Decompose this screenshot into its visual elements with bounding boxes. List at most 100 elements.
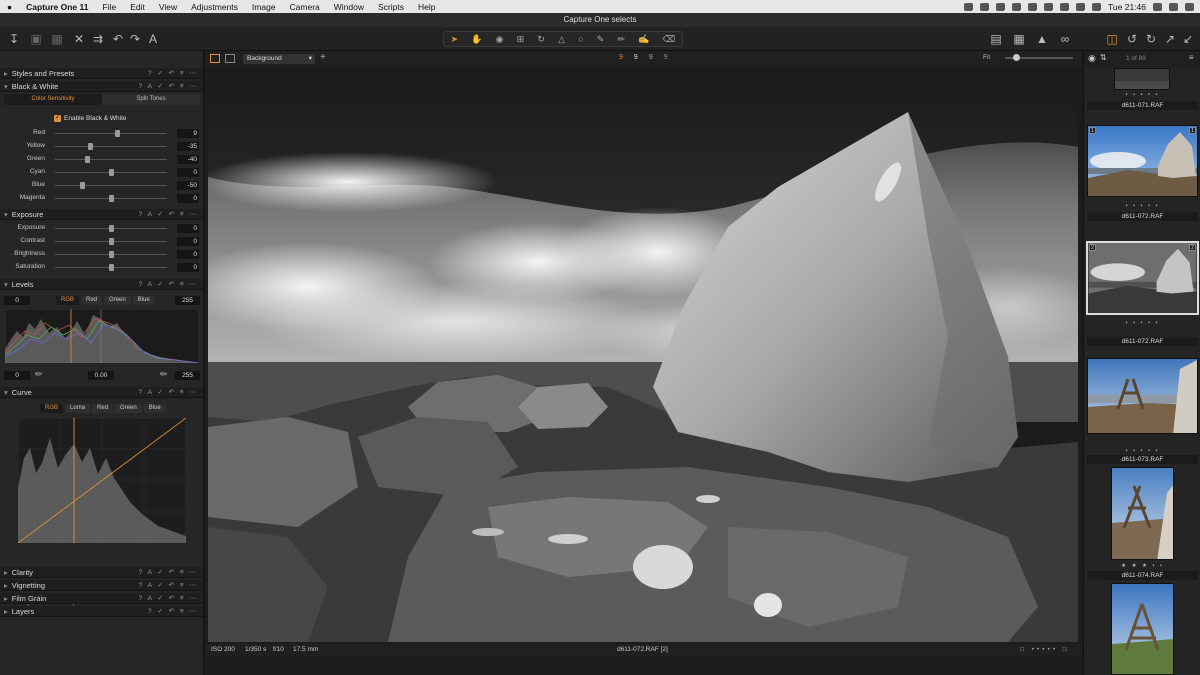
crop-tool-icon[interactable]: ⊞ <box>517 34 525 45</box>
panel-controls-icon[interactable]: ? A ✓ ↶ ≡ ⋯ <box>139 81 198 92</box>
slider-value[interactable]: -40 <box>177 155 199 164</box>
slider-row-yellow[interactable]: Yellow -35 <box>0 140 203 152</box>
picker-tool-icon[interactable]: ✏ <box>617 34 625 45</box>
tab-split-tones[interactable]: Split Tones <box>102 94 200 105</box>
slider-track[interactable] <box>55 146 167 147</box>
redo-icon[interactable]: ↷ <box>127 31 143 47</box>
menu-camera[interactable]: Camera <box>283 2 327 12</box>
brush-tool-icon[interactable]: ✎ <box>597 34 605 45</box>
search-icon[interactable] <box>1153 2 1162 11</box>
slider-knob[interactable] <box>109 264 114 271</box>
panel-controls-icon[interactable]: ? ✓ ↶ ≡ ⋯ <box>148 606 198 617</box>
slider-row-blue[interactable]: Blue -50 <box>0 179 203 191</box>
dropbox-icon[interactable] <box>980 2 990 11</box>
warning-icon[interactable]: ▲ <box>1034 31 1050 47</box>
levels-channel-rgb[interactable]: RGB <box>56 296 80 305</box>
status-icon[interactable] <box>964 2 974 11</box>
fit-label[interactable]: Fit <box>983 54 990 61</box>
apply-up-icon[interactable]: ↗ <box>1162 31 1178 47</box>
menu-view[interactable]: View <box>152 2 184 12</box>
tab-color-sensitivity[interactable]: Color Sensitivity <box>4 94 102 105</box>
rating-stars[interactable]: • • • • • <box>1084 447 1200 455</box>
curve-channel-luma[interactable]: Luma <box>65 404 91 413</box>
annotate-tool-icon[interactable]: ✍ <box>638 34 649 45</box>
film-grain-header[interactable]: ▸ Film Grain? A ✓ ↶ ≡ ⋯ <box>0 593 203 604</box>
curve-channel-green[interactable]: Green <box>115 404 142 413</box>
slider-track[interactable] <box>55 133 167 134</box>
single-view-icon[interactable] <box>225 54 235 63</box>
slider-value[interactable]: 0 <box>177 168 199 177</box>
styles-presets-header[interactable]: ▸ Styles and Presets? ✓ ↶ ≡ ⋯ <box>0 68 203 79</box>
levels-input-high[interactable]: 255 <box>175 296 200 305</box>
curve-channel-rgb[interactable]: RGB <box>40 404 64 413</box>
rating-stars[interactable]: ★ ★ ★ • • <box>1084 562 1200 570</box>
camera-icon[interactable]: ▣ <box>28 31 44 47</box>
add-layer-icon[interactable]: + <box>320 52 326 63</box>
levels-picker-high-icon[interactable]: ✏ <box>160 369 168 380</box>
browser-menu-icon[interactable]: ≡ <box>1189 53 1194 62</box>
apple-icon[interactable]: ● <box>0 2 19 12</box>
curve-channel-blue[interactable]: Blue <box>143 404 166 413</box>
menu-window[interactable]: Window <box>327 2 371 12</box>
levels-channel-blue[interactable]: Blue <box>132 296 155 305</box>
spot-tool-icon[interactable]: ○ <box>578 34 583 44</box>
bluetooth-icon[interactable] <box>1044 2 1054 11</box>
sync-icon[interactable]: ⇉ <box>90 31 106 47</box>
reset-icon[interactable]: ↺ <box>1124 31 1140 47</box>
wifi-icon[interactable] <box>1060 2 1070 11</box>
menu-help[interactable]: Help <box>411 2 442 12</box>
panel-controls-icon[interactable]: ? A ✓ ↶ ≡ ⋯ <box>139 279 198 290</box>
main-image[interactable] <box>208 87 1078 642</box>
proof-glasses-icon[interactable]: ∞ <box>1057 31 1073 47</box>
slider-row-red[interactable]: Red 9 <box>0 127 203 139</box>
levels-input-low[interactable]: 0 <box>4 296 30 305</box>
notification-icon[interactable] <box>1185 2 1194 11</box>
slider-knob[interactable] <box>85 156 91 163</box>
grid-icon[interactable]: ▦ <box>1011 31 1027 47</box>
clock[interactable]: Tue 21:46 <box>1108 2 1146 12</box>
menu-adjustments[interactable]: Adjustments <box>184 2 245 12</box>
thumbnail[interactable]: 2 2 <box>1086 241 1199 315</box>
text-icon[interactable]: A <box>145 31 161 47</box>
slider-knob[interactable] <box>109 195 114 202</box>
slider-row-magenta[interactable]: Magenta 0 <box>0 192 203 204</box>
eraser-tool-icon[interactable]: ⌫ <box>663 34 676 45</box>
zoom-slider[interactable] <box>1005 54 1073 61</box>
levels-picker-low-icon[interactable]: ✏ <box>35 369 43 380</box>
keystone-tool-icon[interactable]: △ <box>558 34 565 45</box>
thumbnail[interactable] <box>1111 583 1174 675</box>
panel-controls-icon[interactable]: ? A ✓ ↶ ≡ ⋯ <box>139 593 198 604</box>
enable-bw-row[interactable]: ✓ Enable Black & White <box>54 115 127 122</box>
slider-knob[interactable] <box>79 182 85 189</box>
slider-knob[interactable] <box>109 238 114 245</box>
levels-channel-red[interactable]: Red <box>81 296 103 305</box>
slider-value[interactable]: -50 <box>177 181 199 190</box>
copy-adjustments-icon[interactable]: ◫ <box>1104 31 1120 47</box>
status-icon[interactable] <box>1012 2 1022 11</box>
apply-down-icon[interactable]: ↙ <box>1180 31 1196 47</box>
thumbnail[interactable] <box>1087 358 1198 434</box>
slider-knob[interactable] <box>114 130 120 137</box>
slider-value[interactable]: 0 <box>177 194 199 203</box>
vignetting-header[interactable]: ▸ Vignetting? A ✓ ↶ ≡ ⋯ <box>0 580 203 591</box>
curve-channel-red[interactable]: Red <box>92 404 114 413</box>
eye-icon[interactable]: ◉ <box>1088 53 1096 64</box>
rotate-right-icon[interactable]: ↻ <box>1143 31 1159 47</box>
rating-stars[interactable]: □ ••••• □ <box>1020 644 1070 656</box>
layer-select[interactable]: Background ▾ <box>243 54 315 64</box>
zoom-slider-knob[interactable] <box>1013 54 1020 61</box>
levels-channel-green[interactable]: Green <box>104 296 131 305</box>
pointer-tool-icon[interactable]: ➤ <box>451 34 459 45</box>
status-icon[interactable] <box>996 2 1006 11</box>
panel-controls-icon[interactable]: ? A ✓ ↶ ≡ ⋯ <box>139 580 198 591</box>
enable-bw-checkbox[interactable]: ✓ <box>54 115 61 122</box>
rating-stars[interactable]: • • • • • <box>1084 91 1200 99</box>
slider-row-cyan[interactable]: Cyan 0 <box>0 166 203 178</box>
pan-tool-icon[interactable]: ✋ <box>471 34 482 45</box>
process-icon[interactable]: ▦ <box>49 31 65 47</box>
menu-app-name[interactable]: Capture One 11 <box>19 2 95 12</box>
curve-header[interactable]: ▾ Curve? A ✓ ↶ ≡ ⋯ <box>0 387 203 398</box>
slider-row-exposure[interactable]: Exposure 0 <box>0 222 203 234</box>
battery-icon[interactable] <box>1092 2 1102 11</box>
rating-stars[interactable]: • • • • • <box>1084 319 1200 327</box>
